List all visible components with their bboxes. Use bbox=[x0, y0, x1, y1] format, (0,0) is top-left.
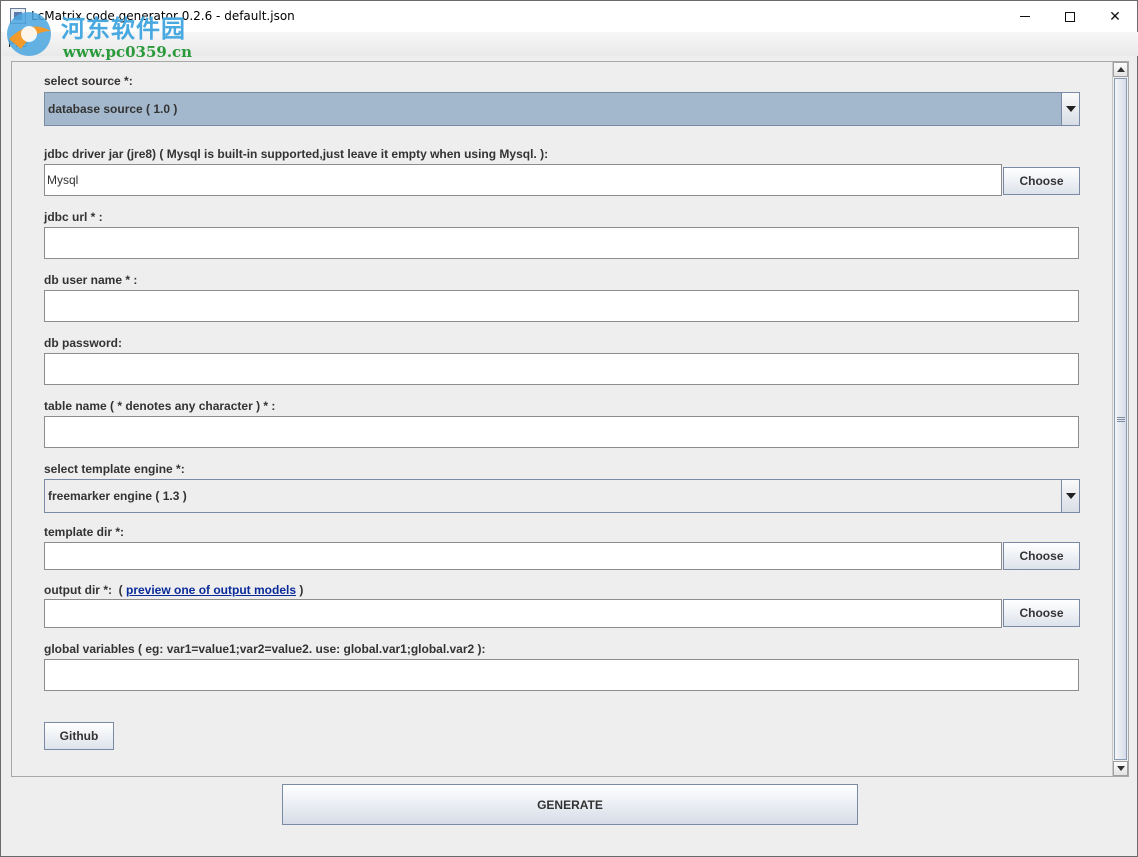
minimize-icon bbox=[1020, 16, 1030, 17]
jdbc-driver-label: jdbc driver jar (jre8) ( Mysql is built-… bbox=[44, 147, 549, 161]
global-vars-input[interactable] bbox=[47, 660, 1078, 690]
grip-icon bbox=[1117, 417, 1125, 422]
preview-output-model-link[interactable]: preview one of output models bbox=[126, 583, 296, 597]
minimize-button[interactable] bbox=[1002, 1, 1048, 32]
vertical-scrollbar[interactable] bbox=[1112, 62, 1128, 776]
template-engine-select-arrow[interactable] bbox=[1061, 480, 1079, 512]
maximize-icon bbox=[1065, 11, 1075, 22]
scrollbar-thumb[interactable] bbox=[1114, 78, 1127, 760]
generate-button[interactable]: GENERATE bbox=[282, 784, 858, 825]
template-dir-label: template dir *: bbox=[44, 525, 125, 539]
source-select-value: database source ( 1.0 ) bbox=[45, 93, 1061, 125]
jdbc-driver-field[interactable] bbox=[44, 164, 1002, 196]
global-vars-field[interactable] bbox=[44, 659, 1079, 691]
github-button[interactable]: Github bbox=[44, 722, 114, 750]
app-icon bbox=[10, 8, 26, 24]
table-name-field[interactable] bbox=[44, 416, 1079, 448]
chevron-down-icon bbox=[1065, 493, 1076, 499]
source-select-arrow[interactable] bbox=[1061, 93, 1079, 125]
template-dir-field[interactable] bbox=[44, 542, 1002, 570]
output-dir-choose-button[interactable]: Choose bbox=[1003, 599, 1080, 627]
db-user-label: db user name * : bbox=[44, 273, 138, 287]
output-dir-label-row: output dir *: ( preview one of output mo… bbox=[44, 583, 303, 597]
output-dir-input[interactable] bbox=[47, 600, 1001, 627]
jdbc-url-label: jdbc url * : bbox=[44, 210, 103, 224]
scroll-up-button[interactable] bbox=[1113, 62, 1128, 77]
table-name-input[interactable] bbox=[47, 417, 1078, 447]
jdbc-url-input[interactable] bbox=[47, 228, 1078, 258]
template-dir-input[interactable] bbox=[47, 543, 1001, 569]
output-dir-label: output dir *: bbox=[44, 583, 112, 597]
output-dir-field[interactable] bbox=[44, 599, 1002, 628]
close-button[interactable]: ✕ bbox=[1092, 1, 1138, 32]
output-dir-paren-open: ( bbox=[118, 583, 123, 597]
jdbc-driver-choose-button[interactable]: Choose bbox=[1003, 167, 1080, 195]
db-password-field[interactable] bbox=[44, 353, 1079, 385]
template-dir-choose-button[interactable]: Choose bbox=[1003, 542, 1080, 570]
arrow-down-icon bbox=[1116, 766, 1125, 771]
app-window: LcMatrix code generator 0.2.6 - default.… bbox=[0, 0, 1138, 857]
window-title: LcMatrix code generator 0.2.6 - default.… bbox=[31, 9, 295, 23]
chevron-down-icon bbox=[1065, 106, 1076, 112]
template-engine-select[interactable]: freemarker engine ( 1.3 ) bbox=[44, 479, 1080, 513]
template-engine-label: select template engine *: bbox=[44, 462, 185, 476]
db-user-field[interactable] bbox=[44, 290, 1079, 322]
template-engine-select-value: freemarker engine ( 1.3 ) bbox=[45, 480, 1061, 512]
menu-file[interactable]: File bbox=[8, 36, 27, 50]
db-password-label: db password: bbox=[44, 336, 123, 350]
db-user-input[interactable] bbox=[47, 291, 1078, 321]
source-select[interactable]: database source ( 1.0 ) bbox=[44, 92, 1080, 126]
source-label: select source *: bbox=[44, 74, 133, 88]
output-dir-paren-close: ) bbox=[299, 583, 304, 597]
title-bar: LcMatrix code generator 0.2.6 - default.… bbox=[1, 1, 1137, 32]
maximize-button[interactable] bbox=[1047, 1, 1093, 32]
scroll-down-button[interactable] bbox=[1113, 761, 1128, 776]
arrow-up-icon bbox=[1116, 67, 1125, 72]
global-vars-label: global variables ( eg: var1=value1;var2=… bbox=[44, 642, 486, 656]
form-panel: select source *: database source ( 1.0 )… bbox=[11, 61, 1129, 777]
menu-bar: File bbox=[2, 32, 1138, 56]
table-name-label: table name ( * denotes any character ) *… bbox=[44, 399, 276, 413]
jdbc-driver-input[interactable] bbox=[47, 165, 1001, 195]
close-icon: ✕ bbox=[1109, 8, 1121, 25]
jdbc-url-field[interactable] bbox=[44, 227, 1079, 259]
db-password-input[interactable] bbox=[47, 354, 1078, 384]
